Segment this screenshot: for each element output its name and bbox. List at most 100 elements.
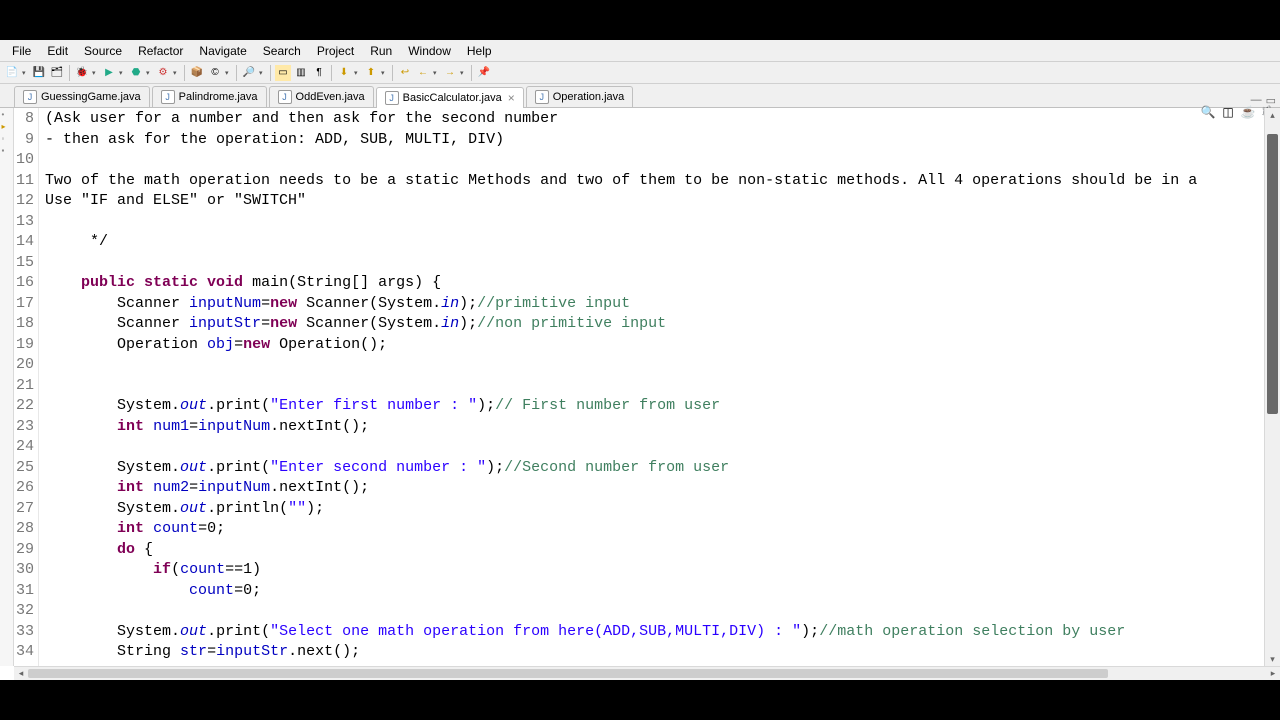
code-line[interactable]: [45, 437, 1264, 458]
code-line[interactable]: [45, 376, 1264, 397]
back-icon[interactable]: ←: [415, 65, 431, 81]
code-line[interactable]: Two of the math operation needs to be a …: [45, 171, 1264, 192]
last-edit-icon[interactable]: ↩: [397, 65, 413, 81]
menu-navigate[interactable]: Navigate: [191, 42, 254, 60]
editor-tabs: JGuessingGame.java JPalindrome.java JOdd…: [0, 84, 1280, 108]
menu-refactor[interactable]: Refactor: [130, 42, 191, 60]
menu-search[interactable]: Search: [255, 42, 309, 60]
code-line[interactable]: System.out.print("Select one math operat…: [45, 622, 1264, 643]
ide-window: File Edit Source Refactor Navigate Searc…: [0, 40, 1280, 680]
java-file-icon: J: [535, 90, 549, 104]
code-line[interactable]: System.out.print("Enter second number : …: [45, 458, 1264, 479]
line-number: 32: [16, 601, 34, 622]
code-line[interactable]: [45, 355, 1264, 376]
new-class-icon[interactable]: ©: [207, 65, 223, 81]
java-file-icon: J: [385, 91, 399, 105]
line-number: 10: [16, 150, 34, 171]
line-number: 8: [16, 109, 34, 130]
scroll-left-icon[interactable]: ◂: [14, 667, 28, 680]
line-number: 14: [16, 232, 34, 253]
warning-strip-icon[interactable]: ▸: [2, 122, 12, 132]
ext-tools-icon[interactable]: ⚙: [155, 65, 171, 81]
code-line[interactable]: */: [45, 232, 1264, 253]
save-icon[interactable]: 💾: [31, 65, 47, 81]
prev-annotation-icon[interactable]: ⬆: [363, 65, 379, 81]
line-number: 28: [16, 519, 34, 540]
debug-icon[interactable]: 🐞: [74, 65, 90, 81]
close-tab-icon[interactable]: ×: [508, 91, 515, 105]
code-line[interactable]: (Ask user for a number and then ask for …: [45, 109, 1264, 130]
new-icon[interactable]: 📄: [4, 65, 20, 81]
line-number: 17: [16, 294, 34, 315]
forward-icon[interactable]: →: [442, 65, 458, 81]
line-number: 26: [16, 478, 34, 499]
code-line[interactable]: System.out.print("Enter first number : "…: [45, 396, 1264, 417]
next-annotation-icon[interactable]: ⬇: [336, 65, 352, 81]
code-line[interactable]: public static void main(String[] args) {: [45, 273, 1264, 294]
tab-label: BasicCalculator.java: [403, 92, 502, 104]
menu-help[interactable]: Help: [459, 42, 500, 60]
menu-source[interactable]: Source: [76, 42, 130, 60]
code-line[interactable]: [45, 212, 1264, 233]
code-line[interactable]: String str=inputStr.next();: [45, 642, 1264, 663]
scroll-up-icon[interactable]: ▴: [1265, 108, 1280, 122]
run-icon[interactable]: ▶: [101, 65, 117, 81]
line-number: 21: [16, 376, 34, 397]
tab-guessinggame[interactable]: JGuessingGame.java: [14, 86, 150, 107]
line-number: 24: [16, 437, 34, 458]
tab-label: GuessingGame.java: [41, 91, 141, 103]
line-number: 13: [16, 212, 34, 233]
pin-icon[interactable]: 📌: [476, 65, 492, 81]
line-number: 29: [16, 540, 34, 561]
code-line[interactable]: int num2=inputNum.nextInt();: [45, 478, 1264, 499]
toggle-ws-icon[interactable]: ¶: [311, 65, 327, 81]
toggle-block-icon[interactable]: ▥: [293, 65, 309, 81]
line-number: 9: [16, 130, 34, 151]
tab-operation[interactable]: JOperation.java: [526, 86, 634, 107]
code-line[interactable]: do {: [45, 540, 1264, 561]
code-line[interactable]: System.out.println("");: [45, 499, 1264, 520]
code-line[interactable]: [45, 601, 1264, 622]
tab-oddeven[interactable]: JOddEven.java: [269, 86, 374, 107]
code-line[interactable]: - then ask for the operation: ADD, SUB, …: [45, 130, 1264, 151]
coverage-icon[interactable]: ⬣: [128, 65, 144, 81]
code-line[interactable]: if(count==1): [45, 560, 1264, 581]
line-number: 23: [16, 417, 34, 438]
code-line[interactable]: count=0;: [45, 581, 1264, 602]
tab-basiccalculator[interactable]: J BasicCalculator.java ×: [376, 87, 524, 108]
code-line[interactable]: Operation obj=new Operation();: [45, 335, 1264, 356]
menu-project[interactable]: Project: [309, 42, 362, 60]
open-type-icon[interactable]: 🔎: [241, 65, 257, 81]
code-line[interactable]: Scanner inputStr=new Scanner(System.in);…: [45, 314, 1264, 335]
menu-edit[interactable]: Edit: [39, 42, 76, 60]
line-number: 15: [16, 253, 34, 274]
new-package-icon[interactable]: 📦: [189, 65, 205, 81]
hscroll-thumb[interactable]: [28, 669, 1108, 678]
tab-label: OddEven.java: [296, 91, 365, 103]
line-number: 20: [16, 355, 34, 376]
vscroll-thumb[interactable]: [1267, 134, 1278, 414]
horizontal-scrollbar[interactable]: ◂ ▸: [14, 666, 1280, 680]
menu-run[interactable]: Run: [362, 42, 400, 60]
menu-window[interactable]: Window: [400, 42, 459, 60]
code-line[interactable]: int num1=inputNum.nextInt();: [45, 417, 1264, 438]
code-line[interactable]: [45, 150, 1264, 171]
vertical-scrollbar[interactable]: ▴ ▾: [1264, 108, 1280, 666]
main-toolbar: 📄▾ 💾 🗂 🐞▾ ▶▾ ⬣▾ ⚙▾ 📦 ©▾ 🔎▾ ▭ ▥ ¶ ⬇▾ ⬆▾ ↩…: [0, 62, 1280, 84]
code-line[interactable]: [45, 253, 1264, 274]
tab-palindrome[interactable]: JPalindrome.java: [152, 86, 267, 107]
code-line[interactable]: Scanner inputNum=new Scanner(System.in);…: [45, 294, 1264, 315]
menu-file[interactable]: File: [4, 42, 39, 60]
scroll-right-icon[interactable]: ▸: [1266, 667, 1280, 680]
toggle-mark-icon[interactable]: ▭: [275, 65, 291, 81]
save-all-icon[interactable]: 🗂: [49, 65, 65, 81]
code-line[interactable]: Use "IF and ELSE" or "SWITCH": [45, 191, 1264, 212]
scroll-down-icon[interactable]: ▾: [1265, 652, 1280, 666]
code-editor[interactable]: (Ask user for a number and then ask for …: [39, 108, 1264, 666]
code-line[interactable]: int count=0;: [45, 519, 1264, 540]
breakpoint-strip-icon[interactable]: •: [2, 110, 12, 120]
line-number-gutter: 8910111213141516171819202122232425262728…: [14, 108, 39, 666]
bookmark-strip-icon[interactable]: ◦: [2, 134, 12, 144]
line-number: 22: [16, 396, 34, 417]
task-strip-icon[interactable]: ▪: [2, 146, 12, 156]
